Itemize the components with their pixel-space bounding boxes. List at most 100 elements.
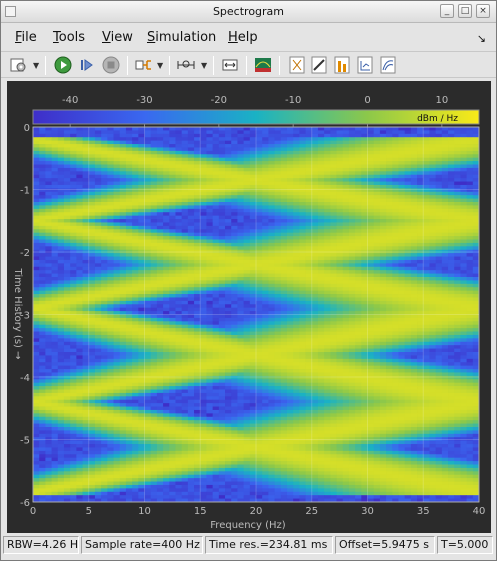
heatmap-cell bbox=[305, 253, 313, 257]
colorbar-tick: -10 bbox=[285, 95, 301, 106]
heatmap-cell bbox=[317, 345, 325, 349]
heatmap-cell bbox=[132, 239, 139, 244]
heatmap-cell bbox=[138, 300, 145, 305]
heatmap-cell bbox=[299, 324, 306, 329]
fit-axes-icon[interactable] bbox=[220, 55, 240, 75]
heatmap-cell bbox=[225, 164, 232, 169]
heatmap-cell bbox=[107, 130, 114, 135]
heatmap-cell bbox=[175, 178, 183, 182]
heatmap-cell bbox=[45, 266, 52, 271]
menu-simulation[interactable]: Simulation bbox=[147, 30, 216, 45]
signal-select-icon[interactable] bbox=[134, 55, 154, 75]
heatmap-cell bbox=[305, 270, 313, 274]
heatmap-cell bbox=[218, 150, 226, 155]
heatmap-cell bbox=[342, 294, 350, 298]
heatmap-cell bbox=[299, 144, 306, 148]
heatmap-cell bbox=[225, 300, 232, 305]
heatmap-cell bbox=[194, 219, 201, 223]
heatmap-cell bbox=[423, 137, 430, 142]
heatmap-cell bbox=[429, 328, 437, 332]
heatmap-cell bbox=[200, 222, 207, 227]
heatmap-cell bbox=[330, 317, 337, 322]
heatmap-cell bbox=[448, 304, 455, 309]
heatmap-cell bbox=[138, 290, 145, 295]
heatmap-cell bbox=[194, 297, 201, 302]
heatmap-cell bbox=[132, 229, 139, 234]
heatmap-cell bbox=[101, 334, 108, 339]
stats-icon[interactable] bbox=[355, 55, 375, 75]
heatmap-cell bbox=[212, 294, 220, 298]
heatmap-cell bbox=[82, 164, 90, 169]
heatmap-cell bbox=[348, 225, 356, 230]
settings-icon[interactable] bbox=[9, 55, 29, 75]
heatmap-cell bbox=[249, 338, 257, 343]
heatmap-cell bbox=[45, 212, 52, 217]
settings-dropdown-icon[interactable]: ▼ bbox=[33, 61, 39, 70]
maximize-icon[interactable]: □ bbox=[458, 4, 472, 18]
heatmap-cell bbox=[448, 270, 455, 274]
heatmap-cell bbox=[373, 253, 381, 257]
heatmap-cell bbox=[336, 171, 344, 176]
heatmap-cell bbox=[386, 297, 393, 302]
heatmap-cell bbox=[101, 229, 108, 234]
minimize-icon[interactable]: _ bbox=[440, 4, 454, 18]
zoom-dropdown-icon[interactable]: ▼ bbox=[201, 61, 207, 70]
heatmap-cell bbox=[144, 263, 152, 268]
menu-help[interactable]: Help bbox=[228, 30, 258, 45]
heatmap-cell bbox=[119, 314, 127, 319]
heatmap-cell bbox=[57, 314, 65, 319]
heatmap-cell bbox=[249, 130, 257, 135]
heatmap-cell bbox=[107, 266, 114, 271]
signal-select-dropdown-icon[interactable]: ▼ bbox=[157, 61, 163, 70]
stop-icon[interactable] bbox=[101, 55, 121, 75]
undock-icon[interactable]: ↘ bbox=[477, 32, 486, 45]
close-icon[interactable]: × bbox=[476, 4, 490, 18]
heatmap-cell bbox=[441, 167, 449, 172]
heatmap-cell bbox=[70, 147, 77, 152]
heatmap-cell bbox=[39, 321, 46, 326]
heatmap-cell bbox=[200, 352, 207, 356]
distortion-icon[interactable] bbox=[378, 55, 398, 75]
heatmap-cell bbox=[293, 321, 300, 326]
run-icon[interactable] bbox=[53, 55, 73, 75]
zoom-icon[interactable] bbox=[176, 55, 196, 75]
menu-view[interactable]: View bbox=[102, 30, 133, 45]
heatmap-cell bbox=[57, 215, 65, 220]
heatmap-cell bbox=[156, 181, 164, 186]
heatmap-cell bbox=[441, 290, 449, 295]
colorbar bbox=[32, 109, 480, 125]
heatmap-cell bbox=[373, 283, 381, 288]
heatmap-cell bbox=[280, 294, 288, 298]
step-forward-icon[interactable] bbox=[77, 55, 97, 75]
heatmap-cell bbox=[286, 164, 294, 169]
heatmap-cell bbox=[138, 283, 145, 288]
heatmap-cell bbox=[144, 137, 152, 142]
heatmap-cell bbox=[280, 130, 288, 135]
heatmap-cell bbox=[404, 253, 412, 257]
cursor-icon[interactable] bbox=[287, 55, 307, 75]
heatmap-cell bbox=[324, 317, 331, 322]
heatmap-cell bbox=[88, 171, 96, 176]
spectrogram-plot[interactable]: dBm / Hz -40 -30 -20 -10 0 10 0 5 10 15 20 25 30 35 4… bbox=[7, 81, 491, 533]
heatmap-cell bbox=[330, 167, 337, 172]
heatmap-cell bbox=[119, 140, 127, 145]
heatmap-cell bbox=[200, 297, 207, 302]
heatmap-cell bbox=[132, 202, 139, 206]
heatmap-cell bbox=[274, 144, 282, 148]
heatmap-cell bbox=[113, 324, 121, 329]
menu-file[interactable]: File bbox=[15, 30, 37, 45]
heatmap-cell bbox=[448, 290, 455, 295]
spectrum-icon[interactable] bbox=[253, 55, 273, 75]
heatmap-cell bbox=[156, 297, 164, 302]
heatmap-cell bbox=[132, 280, 139, 285]
heatmap-cell bbox=[256, 140, 263, 145]
measure-icon[interactable] bbox=[309, 55, 329, 75]
heatmap-cell bbox=[348, 273, 356, 278]
heatmap-cell bbox=[330, 198, 337, 203]
peak-icon[interactable] bbox=[332, 55, 352, 75]
heatmap-cell bbox=[367, 178, 375, 182]
heatmap-cell bbox=[392, 348, 399, 353]
heatmap-cell bbox=[379, 191, 387, 196]
menu-tools[interactable]: Tools bbox=[53, 30, 85, 45]
heatmap-cell bbox=[293, 178, 300, 182]
